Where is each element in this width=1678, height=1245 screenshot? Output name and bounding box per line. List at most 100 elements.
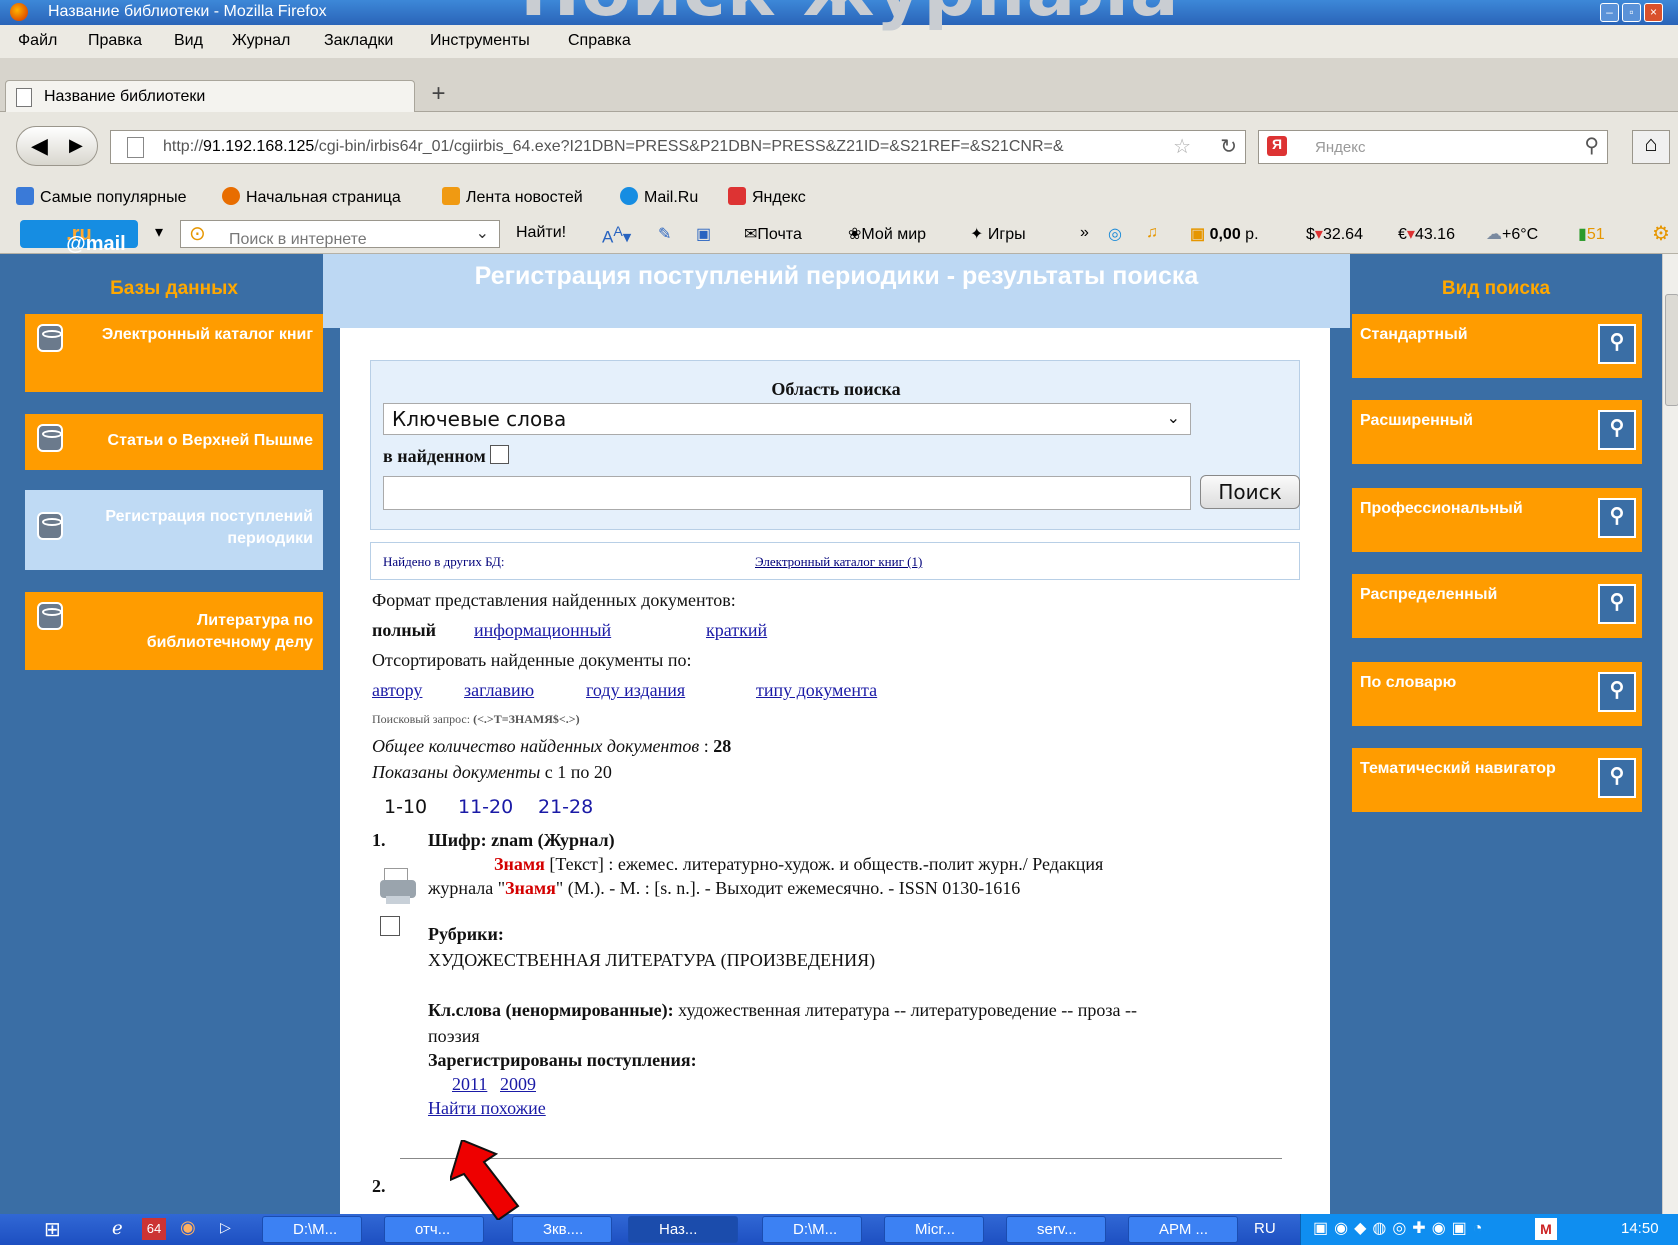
radio-icon[interactable]: ♫ xyxy=(1146,224,1158,242)
close-button[interactable]: × xyxy=(1644,3,1663,22)
bookmark-star-icon[interactable]: ☆ xyxy=(1173,134,1191,159)
search-type-thematic[interactable]: Тематический навигатор ⚲ xyxy=(1352,748,1642,812)
eur-rate[interactable]: €▾43.16 xyxy=(1398,224,1455,244)
find-similar-link[interactable]: Найти похожие xyxy=(428,1098,546,1119)
my-world-link[interactable]: ❀Мой мир xyxy=(848,224,926,244)
reload-icon[interactable]: ↻ xyxy=(1214,134,1237,159)
rubric-value: ХУДОЖЕСТВЕННАЯ ЛИТЕРАТУРА (ПРОИЗВЕДЕНИЯ) xyxy=(428,950,876,970)
quicklaunch-more-icon[interactable]: ▷ xyxy=(220,1219,231,1236)
chevron-down-icon[interactable]: ⌄ xyxy=(476,223,489,243)
db-book-catalog[interactable]: Электронный каталог книг xyxy=(25,314,323,392)
tray-mail-icon[interactable]: M xyxy=(1535,1218,1557,1240)
db-verkhnyaya-pyshma[interactable]: Статьи о Верхней Пышме xyxy=(25,414,323,470)
taskbar-item-word-report[interactable]: отч... xyxy=(384,1216,484,1243)
search-button[interactable]: Поиск xyxy=(1200,475,1300,509)
quicklaunch-ie-icon[interactable]: ℯ xyxy=(112,1218,123,1239)
format-informational-link[interactable]: информационный xyxy=(474,620,611,641)
agent-icon[interactable]: ◎ xyxy=(1108,224,1122,244)
mailru-search-input[interactable]: ⊙ Поиск в интернете ⌄ xyxy=(180,220,500,248)
forward-arrow-icon[interactable]: ▶ xyxy=(69,135,83,156)
menu-tools[interactable]: Инструменты xyxy=(430,32,530,50)
vertical-scrollbar[interactable] xyxy=(1662,254,1678,1214)
usd-value: 32.64 xyxy=(1322,226,1363,243)
taskbar-item-folder[interactable]: D:\M... xyxy=(262,1216,362,1243)
bookmark-home-page[interactable]: Начальная страница xyxy=(222,187,401,207)
menu-help[interactable]: Справка xyxy=(568,32,631,50)
weather[interactable]: ☁+6°C xyxy=(1486,224,1538,244)
tray-icons[interactable]: ▣◉◆◍◎✚◉▣◔ xyxy=(1313,1218,1488,1238)
bookmark-label: Начальная страница xyxy=(246,189,401,206)
search-query-input[interactable] xyxy=(383,476,1191,510)
back-arrow-icon[interactable]: ◀ xyxy=(31,133,48,159)
usd-rate[interactable]: $▾32.64 xyxy=(1306,224,1363,244)
tab-library[interactable]: Название библиотеки xyxy=(5,80,415,114)
menu-edit[interactable]: Правка xyxy=(88,32,142,50)
shown-line: Показаны документы с 1 по 20 xyxy=(372,762,612,783)
print-icon[interactable] xyxy=(380,868,418,908)
search-type-dictionary[interactable]: По словарю ⚲ xyxy=(1352,662,1642,726)
in-found-checkbox[interactable] xyxy=(489,445,509,464)
bookmark-news-feed[interactable]: Лента новостей xyxy=(442,187,583,207)
new-tab-button[interactable]: + xyxy=(420,80,457,112)
find-button[interactable]: Найти! xyxy=(516,224,566,242)
mail-link[interactable]: ✉Почта xyxy=(744,224,802,244)
page-view-icon[interactable]: ▣ xyxy=(696,224,711,244)
search-type-professional[interactable]: Профессиональный ⚲ xyxy=(1352,488,1642,552)
menu-view[interactable]: Вид xyxy=(174,32,203,50)
taskbar-item-firefox[interactable]: Наз... xyxy=(628,1216,738,1243)
taskbar-item-folder-2[interactable]: D:\M... xyxy=(762,1216,862,1243)
restore-button[interactable]: ▫ xyxy=(1622,3,1641,22)
menu-file[interactable]: Файл xyxy=(18,32,57,50)
taskbar-item-microsoft[interactable]: Micr... xyxy=(884,1216,984,1243)
format-short-link[interactable]: краткий xyxy=(706,620,767,641)
db-library-literature[interactable]: Литература по библиотечному делу xyxy=(25,592,323,670)
mail-label: Почта xyxy=(757,226,802,243)
year-link-2009[interactable]: 2009 xyxy=(500,1074,536,1095)
search-type-standard[interactable]: Стандартный ⚲ xyxy=(1352,314,1642,378)
settings-gear-icon[interactable]: ⚙ xyxy=(1652,221,1670,246)
minimize-button[interactable]: – xyxy=(1600,3,1619,22)
font-size-icon[interactable]: AA▾ xyxy=(602,224,631,248)
taskbar-item-server[interactable]: serv... xyxy=(1006,1216,1106,1243)
yandex-icon[interactable]: Я xyxy=(1267,136,1287,156)
back-forward-buttons[interactable]: ◀ ▶ xyxy=(16,126,98,166)
record-select-checkbox[interactable] xyxy=(380,916,400,936)
db-periodicals-registration[interactable]: Регистрация поступлений периодики xyxy=(25,490,323,570)
wallet-balance[interactable]: ▣ 0,00 р. xyxy=(1190,224,1259,244)
sort-author-link[interactable]: автору xyxy=(372,680,422,701)
menu-history[interactable]: Журнал xyxy=(232,32,290,50)
quicklaunch-firefox-icon[interactable]: ◉ xyxy=(180,1217,196,1238)
menu-bookmarks[interactable]: Закладки xyxy=(324,32,393,50)
more-chevron-icon[interactable]: » xyxy=(1080,224,1089,242)
sort-year-link[interactable]: году издания xyxy=(586,680,685,701)
bookmark-most-visited[interactable]: Самые популярные xyxy=(16,187,186,207)
mailru-logo[interactable]: @mail .ru xyxy=(20,220,138,255)
page-link-21-28[interactable]: 21-28 xyxy=(538,796,593,818)
page-link-11-20[interactable]: 11-20 xyxy=(458,796,513,818)
language-indicator[interactable]: RU xyxy=(1254,1220,1276,1237)
taskbar-item-arm[interactable]: АРМ ... xyxy=(1128,1216,1238,1243)
bookmark-mailru[interactable]: Mail.Ru xyxy=(620,187,698,207)
highlight-icon[interactable]: ✎ xyxy=(658,224,671,244)
bookmark-yandex[interactable]: Яндекс xyxy=(728,187,806,207)
sort-type-link[interactable]: типу документа xyxy=(756,680,877,701)
taskbar-label: serv... xyxy=(1037,1221,1077,1238)
site-identity-icon[interactable] xyxy=(127,137,144,158)
search-type-distributed[interactable]: Распределенный ⚲ xyxy=(1352,574,1642,638)
scrollbar-thumb[interactable] xyxy=(1665,294,1678,406)
search-field-select[interactable]: Ключевые слова ⌄ xyxy=(383,403,1191,435)
search-type-extended[interactable]: Расширенный ⚲ xyxy=(1352,400,1642,464)
search-bar[interactable]: Я Яндекс ⚲ xyxy=(1258,130,1608,164)
mailru-dropdown-icon[interactable]: ▾ xyxy=(155,222,163,242)
year-link-2011[interactable]: 2011 xyxy=(452,1074,487,1095)
start-icon[interactable]: ⊞ xyxy=(44,1217,61,1242)
url-bar[interactable]: http://91.192.168.125/cgi-bin/irbis64r_0… xyxy=(110,130,1246,164)
traffic-counter[interactable]: ▮51 xyxy=(1578,224,1605,244)
games-link[interactable]: ✦ Игры xyxy=(970,224,1026,244)
taskbar-item-word-zkv[interactable]: Зкв.... xyxy=(512,1216,612,1243)
quicklaunch-64-icon[interactable]: 64 xyxy=(142,1218,166,1240)
home-icon[interactable]: ⌂ xyxy=(1632,130,1670,164)
found-other-link[interactable]: Электронный каталог книг (1) xyxy=(755,554,922,570)
sort-title-link[interactable]: заглавию xyxy=(464,680,534,701)
search-icon[interactable]: ⚲ xyxy=(1584,133,1599,158)
